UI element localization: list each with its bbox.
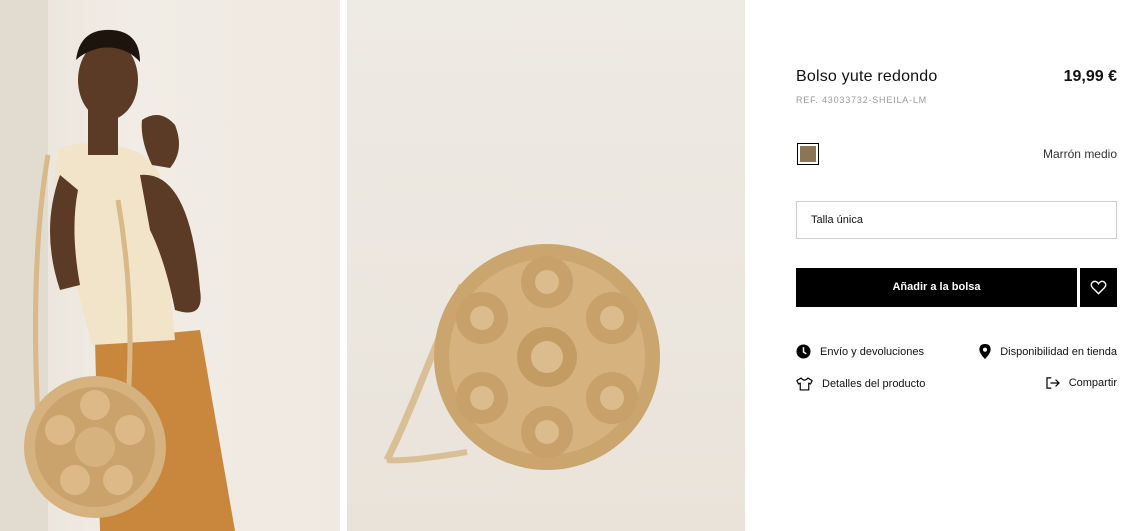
clock-icon — [796, 344, 811, 359]
favorite-button[interactable] — [1080, 268, 1117, 307]
shipping-returns-link[interactable]: Envío y devoluciones — [796, 344, 924, 359]
share-label: Compartir — [1068, 377, 1117, 389]
product-info-panel: Bolso yute redondo 19,99 € REF. 43033732… — [796, 0, 1117, 531]
model-illustration — [0, 0, 235, 531]
store-availability-link[interactable]: Disponibilidad en tienda — [979, 344, 1117, 359]
product-photo-bag[interactable] — [347, 0, 745, 531]
share-icon — [1046, 377, 1060, 389]
color-swatch-fill — [800, 146, 816, 162]
share-link[interactable]: Compartir — [1046, 377, 1117, 389]
shipping-returns-label: Envío y devoluciones — [820, 345, 924, 358]
location-pin-icon — [979, 344, 991, 359]
product-details-label: Detalles del producto — [822, 378, 926, 390]
product-reference: REF. 43033732-SHEILA-LM — [796, 95, 927, 105]
product-price: 19,99 € — [1063, 68, 1117, 85]
add-to-bag-button[interactable]: Añadir a la bolsa — [796, 268, 1077, 307]
color-name: Marrón medio — [1042, 147, 1117, 161]
product-details-link[interactable]: Detalles del producto — [796, 377, 925, 391]
size-selected-label: Talla única — [811, 214, 863, 226]
product-title: Bolso yute redondo — [796, 68, 938, 85]
color-swatch[interactable] — [797, 143, 819, 165]
heart-icon — [1090, 280, 1107, 295]
add-to-bag-label: Añadir a la bolsa — [892, 281, 981, 293]
size-selector[interactable]: Talla única — [796, 201, 1117, 239]
tshirt-icon — [796, 377, 813, 391]
product-photo-model[interactable] — [0, 0, 340, 531]
bag-illustration — [383, 244, 660, 470]
store-availability-label: Disponibilidad en tienda — [1000, 345, 1117, 358]
